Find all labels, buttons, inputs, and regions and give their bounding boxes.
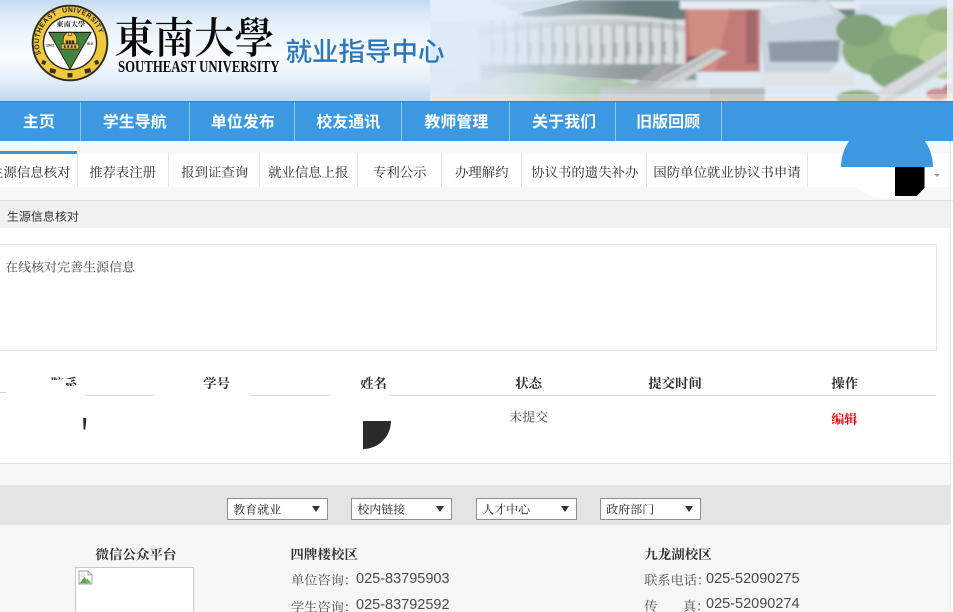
svg-text:1902: 1902: [46, 44, 54, 48]
